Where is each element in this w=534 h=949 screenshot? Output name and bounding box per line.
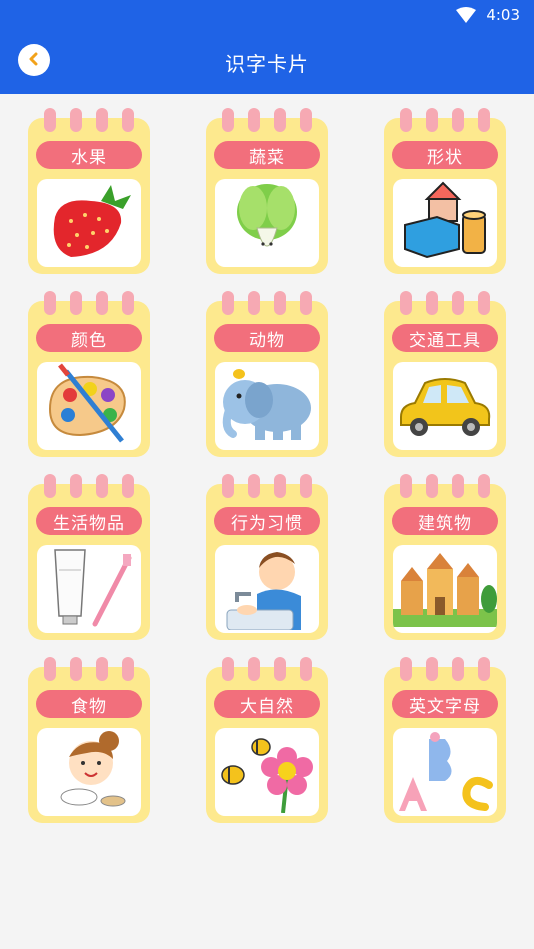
strawberry-icon [41,179,137,267]
eating-girl-icon [39,728,139,816]
app-header: 4:03 识字卡片 [0,0,534,94]
card-english-letters[interactable]: 英文字母 [384,657,506,823]
palette-icon [40,362,138,450]
card-shapes[interactable]: 形状 [384,108,506,274]
card-label: 形状 [392,141,498,169]
cabbage-icon [227,179,307,267]
page-title: 识字卡片 [225,52,309,76]
card-label: 英文字母 [392,690,498,718]
card-vegetables[interactable]: 蔬菜 [206,108,328,274]
card-buildings[interactable]: 建筑物 [384,474,506,640]
wifi-icon [456,7,477,23]
card-animals[interactable]: 动物 [206,291,328,457]
flower-bee-icon [217,728,317,816]
blocks-icon [397,179,493,267]
card-label: 大自然 [214,690,320,718]
card-label: 颜色 [36,324,142,352]
card-label: 水果 [36,141,142,169]
card-fruit[interactable]: 水果 [28,108,150,274]
status-time: 4:03 [486,6,520,24]
card-nature[interactable]: 大自然 [206,657,328,823]
card-label: 行为习惯 [214,507,320,535]
castle-icon [393,547,497,631]
card-colors[interactable]: 颜色 [28,291,150,457]
card-label: 食物 [36,690,142,718]
card-label: 动物 [214,324,320,352]
card-label: 建筑物 [392,507,498,535]
card-food[interactable]: 食物 [28,657,150,823]
car-icon [393,369,497,443]
card-label: 交通工具 [392,324,498,352]
abc-letters-icon [395,728,495,816]
handwashing-icon [217,545,317,633]
toothpaste-icon [39,545,139,633]
card-label: 生活物品 [36,507,142,535]
elephant-icon [215,362,319,450]
card-daily-items[interactable]: 生活物品 [28,474,150,640]
status-bar: 4:03 [456,4,520,26]
card-behavior-habits[interactable]: 行为习惯 [206,474,328,640]
card-label: 蔬菜 [214,141,320,169]
card-transport[interactable]: 交通工具 [384,291,506,457]
